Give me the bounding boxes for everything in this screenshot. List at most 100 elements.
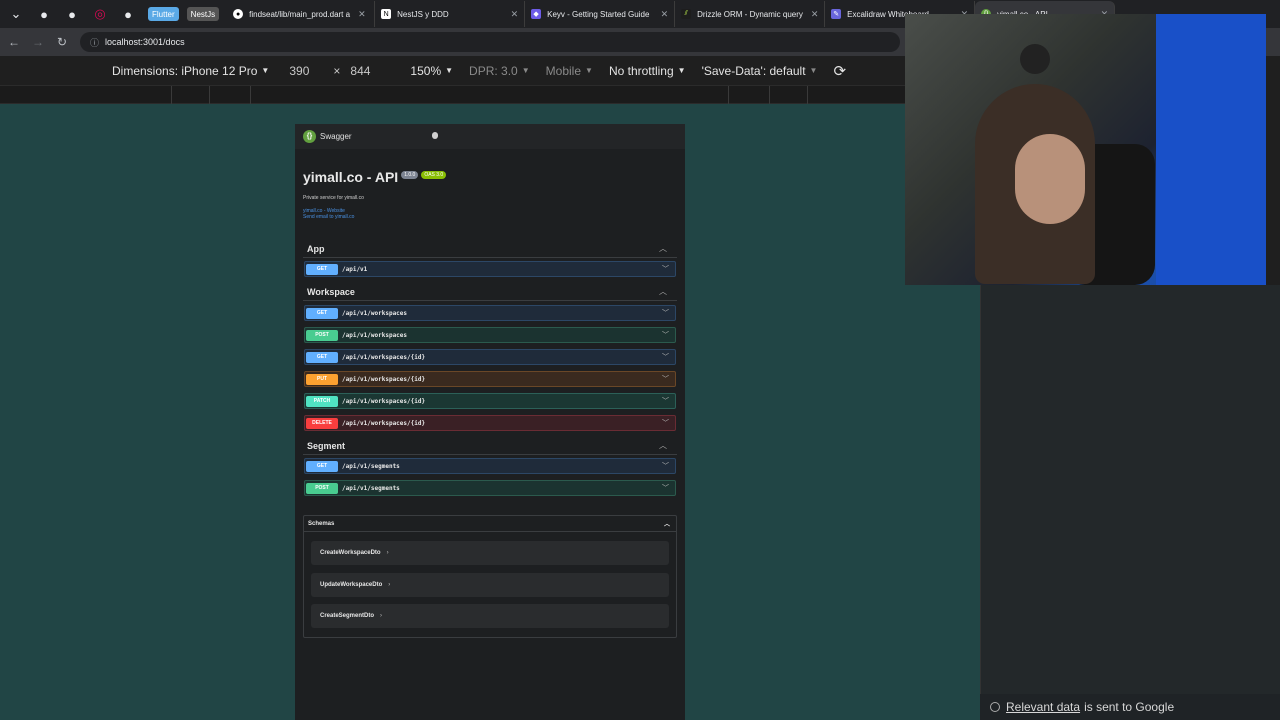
notion-icon: N	[381, 9, 392, 19]
url-field[interactable]: ⓘ localhost:3001/docs	[80, 32, 900, 52]
radio-icon[interactable]	[990, 702, 1000, 712]
schema-model[interactable]: CreateSegmentDto ›	[311, 604, 669, 628]
tab-search-chevron-icon[interactable]: ⌄	[4, 2, 28, 26]
chevron-up-icon: ︿	[659, 244, 667, 253]
method-badge: GET	[306, 460, 338, 472]
method-badge: GET	[306, 307, 338, 319]
chevron-down-icon: ﹀	[662, 332, 669, 339]
width-input[interactable]: 390	[289, 64, 309, 78]
site-info-icon[interactable]: ⓘ	[90, 36, 99, 49]
chevron-down-icon: ﹀	[662, 266, 669, 273]
bookmark-flutter[interactable]: Flutter	[148, 7, 179, 21]
chevron-right-icon: ›	[380, 613, 383, 619]
email-link[interactable]: Send email to yimall.co	[303, 214, 685, 220]
excalidraw-icon: ✎	[831, 9, 842, 19]
lightbulb-icon[interactable]	[432, 132, 438, 139]
swagger-brand: Swagger	[320, 132, 352, 141]
dimensions-select[interactable]: Dimensions: iPhone 12 Pro ▼	[112, 64, 269, 78]
chevron-right-icon: ›	[386, 550, 389, 556]
tag-segment[interactable]: Segment ︿	[303, 437, 677, 455]
tab-keyv[interactable]: ◆ Keyv - Getting Started Guide ✕	[525, 1, 676, 27]
notice-text: is sent to Google	[1084, 700, 1175, 714]
chevron-down-icon: ﹀	[662, 376, 669, 383]
method-badge: PATCH	[306, 395, 338, 407]
keyv-icon: ◆	[531, 9, 542, 19]
tab-label: Drizzle ORM - Dynamic query	[697, 9, 803, 19]
schemas-header[interactable]: Schemas ︿	[304, 516, 676, 532]
chevron-down-icon: ﹀	[662, 485, 669, 492]
api-info: yimall.co - API 1.0.0 OAS 3.0	[303, 169, 685, 185]
schema-model[interactable]: CreateWorkspaceDto ›	[311, 541, 669, 565]
relevant-data-link[interactable]: Relevant data	[1006, 700, 1080, 714]
close-icon[interactable]: ✕	[358, 9, 366, 20]
schema-model[interactable]: UpdateWorkspaceDto ›	[311, 573, 669, 597]
dpr-select[interactable]: DPR: 3.0 ▼	[469, 64, 530, 78]
operation-path: /api/v1/workspaces/{id}	[342, 353, 426, 361]
chevron-down-icon: ﹀	[662, 398, 669, 405]
github-icon[interactable]: ●	[60, 2, 84, 26]
operation-delete-workspace[interactable]: DELETE /api/v1/workspaces/{id} ﹀	[304, 415, 676, 431]
github-icon[interactable]: ●	[32, 2, 56, 26]
times-sign: ×	[333, 63, 341, 78]
operation-patch-workspace[interactable]: PATCH /api/v1/workspaces/{id} ﹀	[304, 393, 676, 409]
method-badge: POST	[306, 482, 338, 494]
debian-icon[interactable]: ◎	[88, 2, 112, 26]
save-data-label: 'Save-Data': default	[701, 63, 806, 78]
operation-path: /api/v1/segments	[342, 462, 400, 470]
operation-get-segments[interactable]: GET /api/v1/segments ﹀	[304, 458, 676, 474]
media-query-ruler	[0, 86, 980, 104]
operation-get-api-v1[interactable]: GET /api/v1 ﹀	[304, 261, 676, 277]
dimensions-label: Dimensions: iPhone 12 Pro	[112, 63, 258, 78]
ruler-tick	[769, 86, 770, 104]
save-data-select[interactable]: 'Save-Data': default ▼	[702, 64, 818, 78]
tag-workspace[interactable]: Workspace ︿	[303, 283, 677, 301]
close-icon[interactable]: ✕	[661, 9, 669, 20]
chevron-down-icon: ﹀	[662, 420, 669, 427]
ruler-tick	[209, 86, 210, 104]
reload-icon[interactable]: ↻	[50, 30, 74, 54]
method-badge: GET	[306, 351, 338, 363]
devtools-panel	[980, 285, 1280, 720]
tab-label: findseat/lib/main_prod.dart a	[249, 9, 351, 19]
tag-app[interactable]: App ︿	[303, 240, 677, 258]
operation-put-workspace[interactable]: PUT /api/v1/workspaces/{id} ﹀	[304, 371, 676, 387]
method-badge: DELETE	[306, 417, 338, 429]
chevron-down-icon: ﹀	[662, 310, 669, 317]
ruler-tick	[807, 86, 808, 104]
close-icon[interactable]: ✕	[511, 9, 519, 20]
tab-findseat[interactable]: ● findseat/lib/main_prod.dart a ✕	[227, 1, 376, 27]
bookmark-nestjs[interactable]: NestJs	[186, 7, 220, 21]
tab-nestjs-ddd[interactable]: N NestJS y DDD ✕	[375, 1, 526, 27]
ruler-tick	[250, 86, 251, 104]
mobile-label: Mobile	[545, 63, 582, 78]
tag-name: App	[307, 243, 325, 254]
ruler-tick	[171, 86, 172, 104]
close-icon[interactable]: ✕	[811, 9, 819, 20]
zoom-select[interactable]: 150% ▼	[410, 64, 453, 78]
chevron-up-icon: ︿	[659, 287, 667, 296]
tag-name: Workspace	[307, 286, 355, 297]
mobile-select[interactable]: Mobile ▼	[546, 64, 593, 78]
throttling-select[interactable]: No throttling ▼	[609, 64, 686, 78]
back-icon[interactable]: ←	[2, 30, 26, 54]
api-description: Private service for yimall.co	[303, 195, 364, 201]
ruler-tick	[728, 86, 729, 104]
forward-icon[interactable]: →	[26, 30, 50, 54]
operation-get-workspaces[interactable]: GET /api/v1/workspaces ﹀	[304, 305, 676, 321]
chevron-up-icon: ︿	[659, 441, 667, 450]
operation-get-workspace-by-id[interactable]: GET /api/v1/workspaces/{id} ﹀	[304, 349, 676, 365]
rotate-icon[interactable]: ⟳	[833, 62, 846, 80]
operation-path: /api/v1	[342, 265, 368, 273]
tab-drizzle[interactable]: ⫽ Drizzle ORM - Dynamic query ✕	[675, 1, 826, 27]
operation-post-workspaces[interactable]: POST /api/v1/workspaces ﹀	[304, 327, 676, 343]
github-icon[interactable]: ●	[116, 2, 140, 26]
height-input[interactable]: 844	[350, 64, 370, 78]
chevron-down-icon: ﹀	[662, 463, 669, 470]
swagger-logo-icon[interactable]: {}	[303, 130, 316, 143]
api-title: yimall.co - API	[303, 169, 399, 185]
drizzle-icon: ⫽	[681, 9, 692, 19]
operation-post-segments[interactable]: POST /api/v1/segments ﹀	[304, 480, 676, 496]
dropdown-arrow-icon: ▼	[521, 66, 530, 75]
url-text: localhost:3001/docs	[105, 37, 185, 47]
tab-label: NestJS y DDD	[397, 9, 449, 19]
